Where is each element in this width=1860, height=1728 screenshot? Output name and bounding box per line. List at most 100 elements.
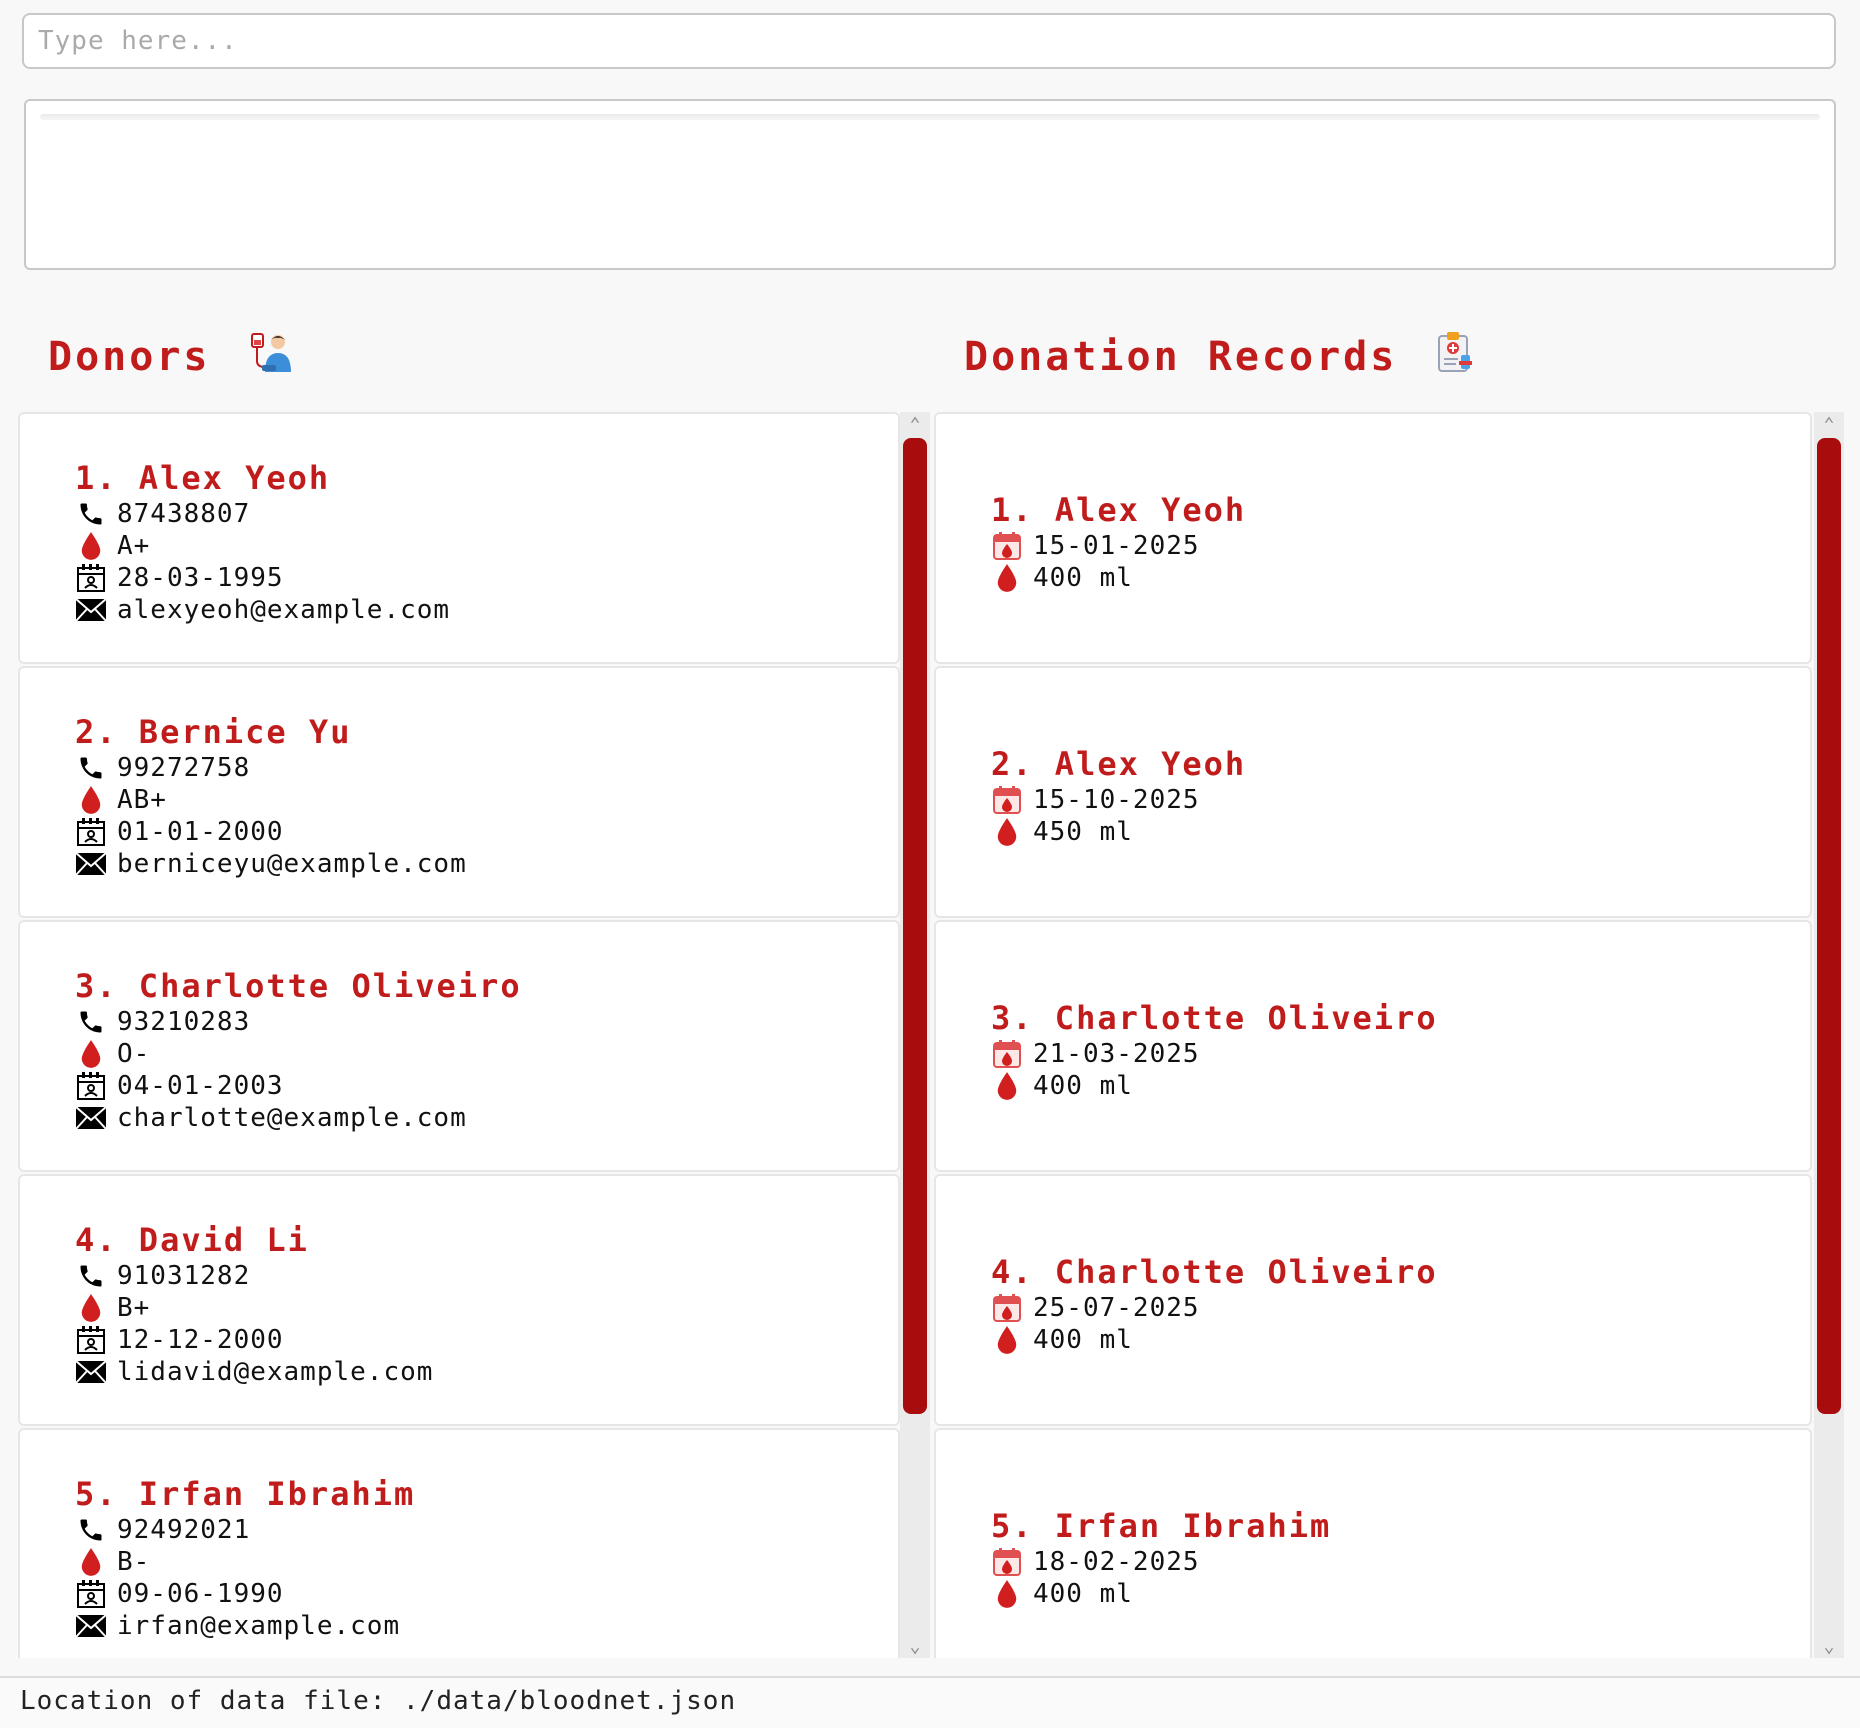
phone-icon (75, 498, 107, 530)
donor-phone: 91031282 (117, 1261, 251, 1291)
donor-name: Bernice Yu (138, 713, 352, 751)
donor-phone: 92492021 (117, 1515, 251, 1545)
donation-calendar-icon (991, 1292, 1023, 1324)
status-bar: Location of data file: ./data/bloodnet.j… (0, 1676, 1860, 1728)
blood-drop-icon (991, 1070, 1023, 1102)
record-card[interactable]: 3. Charlotte Oliveiro 21-03-2025 400 ml (934, 920, 1812, 1172)
phone-icon (75, 1514, 107, 1546)
donor-icon (250, 331, 293, 383)
email-icon (75, 1610, 107, 1642)
donor-card[interactable]: 2. Bernice Yu 99272758 AB+ 01-01-2000 be… (18, 666, 900, 918)
record-name: Alex Yeoh (1054, 491, 1247, 529)
donor-blood-type: B- (117, 1547, 151, 1577)
blood-drop-icon (75, 1546, 107, 1578)
birthday-calendar-icon (75, 816, 107, 848)
record-volume: 400 ml (1033, 563, 1133, 593)
donor-card[interactable]: 3. Charlotte Oliveiro 93210283 O- 04-01-… (18, 920, 900, 1172)
email-icon (75, 1102, 107, 1134)
donor-dob: 28-03-1995 (117, 563, 284, 593)
phone-icon (75, 1260, 107, 1292)
donors-title: Donors (48, 332, 293, 382)
record-card[interactable]: 5. Irfan Ibrahim 18-02-2025 400 ml (934, 1428, 1812, 1658)
donation-calendar-icon (991, 1546, 1023, 1578)
donor-name: Alex Yeoh (138, 459, 331, 497)
donation-calendar-icon (991, 784, 1023, 816)
scroll-down-icon[interactable]: ⌄ (1814, 1634, 1844, 1658)
donor-dob: 01-01-2000 (117, 817, 284, 847)
donor-blood-type: A+ (117, 531, 151, 561)
donor-email: alexyeoh@example.com (117, 595, 451, 625)
donors-title-text: Donors (48, 334, 211, 380)
record-index: 3. (991, 999, 1034, 1037)
record-index: 4. (991, 1253, 1034, 1291)
records-list[interactable]: 1. Alex Yeoh 15-01-2025 400 ml 2. Alex Y… (934, 412, 1812, 1658)
birthday-calendar-icon (75, 1324, 107, 1356)
blood-drop-icon (991, 562, 1023, 594)
record-date: 18-02-2025 (1033, 1547, 1200, 1577)
blood-drop-icon (75, 1292, 107, 1324)
record-card[interactable]: 1. Alex Yeoh 15-01-2025 400 ml (934, 412, 1812, 664)
result-display-line (40, 114, 1820, 120)
blood-drop-icon (75, 1038, 107, 1070)
record-card[interactable]: 4. Charlotte Oliveiro 25-07-2025 400 ml (934, 1174, 1812, 1426)
donor-index: 1. (75, 459, 118, 497)
donor-blood-type: AB+ (117, 785, 167, 815)
donor-name: Charlotte Oliveiro (138, 967, 522, 1005)
record-volume: 400 ml (1033, 1071, 1133, 1101)
data-file-location: Location of data file: ./data/bloodnet.j… (20, 1686, 737, 1716)
donor-card[interactable]: 5. Irfan Ibrahim 92492021 B- 09-06-1990 … (18, 1428, 900, 1658)
record-date: 21-03-2025 (1033, 1039, 1200, 1069)
record-name: Irfan Ibrahim (1054, 1507, 1332, 1545)
record-index: 5. (991, 1507, 1034, 1545)
record-date: 25-07-2025 (1033, 1293, 1200, 1323)
birthday-calendar-icon (75, 562, 107, 594)
donor-card[interactable]: 4. David Li 91031282 B+ 12-12-2000 lidav… (18, 1174, 900, 1426)
donor-name: Irfan Ibrahim (138, 1475, 416, 1513)
record-card[interactable]: 2. Alex Yeoh 15-10-2025 450 ml (934, 666, 1812, 918)
donors-scrollbar[interactable]: ⌃ ⌄ (900, 412, 930, 1658)
donor-email: irfan@example.com (117, 1611, 401, 1641)
record-volume: 450 ml (1033, 817, 1133, 847)
donor-name: David Li (138, 1221, 309, 1259)
scroll-up-icon[interactable]: ⌃ (1814, 412, 1844, 436)
email-icon (75, 1356, 107, 1388)
donation-calendar-icon (991, 530, 1023, 562)
email-icon (75, 848, 107, 880)
blood-drop-icon (991, 1578, 1023, 1610)
donor-email: berniceyu@example.com (117, 849, 467, 879)
donor-email: charlotte@example.com (117, 1103, 467, 1133)
birthday-calendar-icon (75, 1578, 107, 1610)
donor-phone: 93210283 (117, 1007, 251, 1037)
email-icon (75, 594, 107, 626)
records-scroll-thumb[interactable] (1817, 438, 1841, 1414)
record-name: Charlotte Oliveiro (1054, 1253, 1438, 1291)
donation-calendar-icon (991, 1038, 1023, 1070)
donor-email: lidavid@example.com (117, 1357, 434, 1387)
record-volume: 400 ml (1033, 1325, 1133, 1355)
records-title: Donation Records (964, 332, 1473, 382)
donor-card[interactable]: 1. Alex Yeoh 87438807 A+ 28-03-1995 alex… (18, 412, 900, 664)
clipboard-icon (1437, 331, 1473, 383)
blood-drop-icon (991, 1324, 1023, 1356)
donor-phone: 99272758 (117, 753, 251, 783)
donor-phone: 87438807 (117, 499, 251, 529)
scroll-down-icon[interactable]: ⌄ (900, 1634, 930, 1658)
donors-scroll-thumb[interactable] (903, 438, 927, 1414)
result-display[interactable] (24, 99, 1836, 270)
phone-icon (75, 1006, 107, 1038)
records-title-text: Donation Records (964, 334, 1398, 380)
record-index: 1. (991, 491, 1034, 529)
record-date: 15-01-2025 (1033, 531, 1200, 561)
command-input[interactable] (22, 13, 1836, 69)
record-volume: 400 ml (1033, 1579, 1133, 1609)
donor-index: 5. (75, 1475, 118, 1513)
scroll-up-icon[interactable]: ⌃ (900, 412, 930, 436)
record-name: Charlotte Oliveiro (1054, 999, 1438, 1037)
records-scrollbar[interactable]: ⌃ ⌄ (1814, 412, 1844, 1658)
record-name: Alex Yeoh (1054, 745, 1247, 783)
record-date: 15-10-2025 (1033, 785, 1200, 815)
donor-index: 2. (75, 713, 118, 751)
birthday-calendar-icon (75, 1070, 107, 1102)
donors-list[interactable]: 1. Alex Yeoh 87438807 A+ 28-03-1995 alex… (18, 412, 900, 1658)
donor-dob: 04-01-2003 (117, 1071, 284, 1101)
